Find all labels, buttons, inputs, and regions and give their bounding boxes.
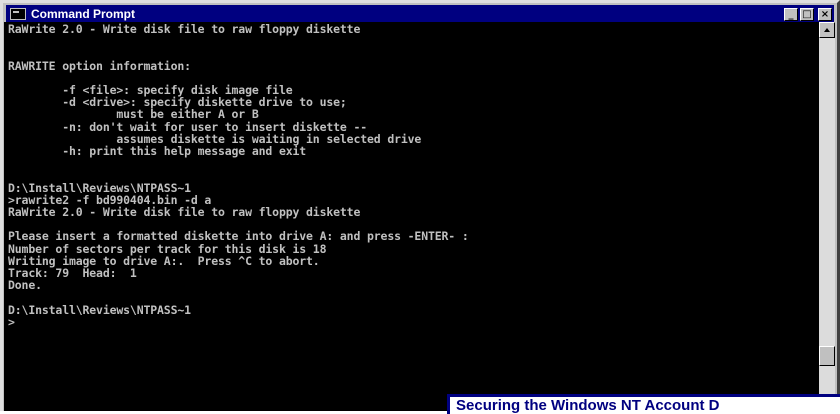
console-line: -h: print this help message and exit (8, 144, 307, 159)
console-line: RaWrite 2.0 - Write disk file to raw flo… (8, 22, 361, 36)
close-button[interactable]: × (818, 7, 832, 21)
minimize-button[interactable]: _ (784, 7, 798, 21)
console-text: RaWrite 2.0 - Write disk file to raw flo… (4, 22, 819, 328)
scroll-up-button[interactable] (819, 22, 835, 38)
console-line: Done. (8, 278, 42, 293)
console-line: D:\Install\Reviews\NTPASS~1 (8, 302, 191, 317)
console-line: RaWrite 2.0 - Write disk file to raw flo… (8, 205, 361, 220)
console-window-icon[interactable] (10, 8, 26, 20)
console-line: RAWRITE option information: (8, 58, 191, 73)
scrollbar-thumb[interactable] (819, 346, 835, 366)
maximize-button[interactable]: □ (800, 7, 814, 21)
vertical-scrollbar[interactable] (819, 22, 835, 411)
caption-text: Securing the Windows NT Account D (456, 397, 720, 414)
console-output-area[interactable]: RaWrite 2.0 - Write disk file to raw flo… (4, 22, 819, 411)
window-title: Command Prompt (31, 7, 136, 21)
console-line: > (8, 314, 15, 329)
title-bar[interactable]: Command Prompt _ □ × (6, 5, 834, 23)
window-controls: _ □ × (784, 7, 832, 21)
article-caption: Securing the Windows NT Account D (447, 394, 840, 414)
